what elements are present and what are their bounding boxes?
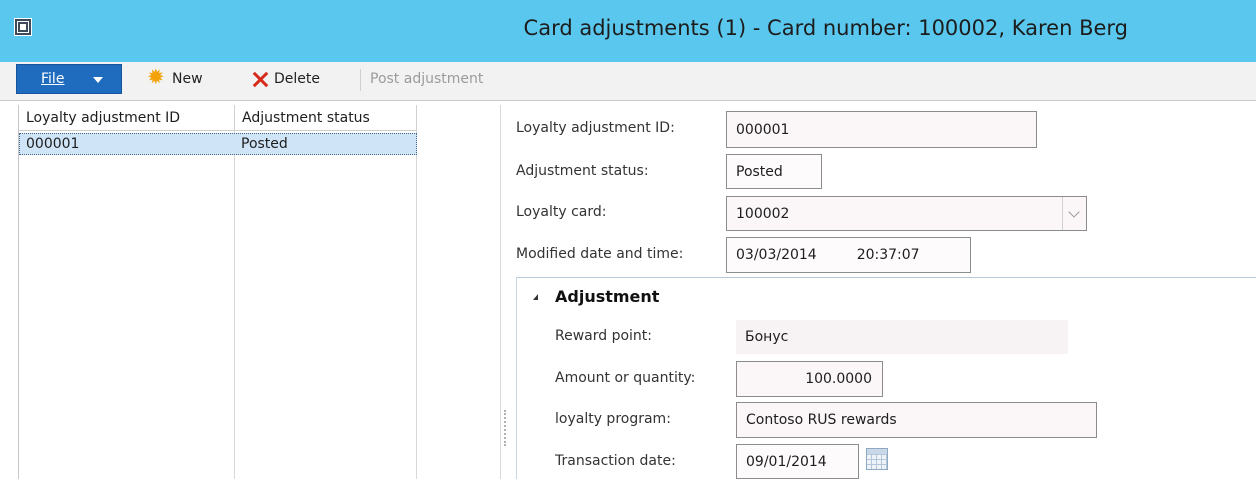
pane-splitter[interactable]	[500, 105, 501, 479]
post-adjustment-button[interactable]: Post adjustment	[370, 65, 483, 93]
collapse-triangle-icon[interactable]	[533, 294, 538, 300]
post-adjustment-label: Post adjustment	[370, 71, 484, 87]
modified-datetime-field: 03/03/2014 20:37:07	[726, 237, 971, 273]
loyalty-adjustment-id-label: Loyalty adjustment ID:	[516, 120, 675, 136]
modified-datetime-label: Modified date and time:	[516, 246, 684, 262]
table-row[interactable]: 000001 Posted	[19, 133, 417, 155]
adjustment-section-title[interactable]: Adjustment	[555, 287, 659, 306]
loyalty-adjustment-id-field[interactable]: 000001	[726, 111, 1037, 148]
column-header-adjustment-id[interactable]: Loyalty adjustment ID	[19, 105, 235, 131]
cell-adjustment-status: Posted	[241, 136, 288, 152]
loyalty-program-field[interactable]: Contoso RUS rewards	[736, 402, 1097, 438]
loyalty-card-value: 100002	[736, 205, 790, 222]
toolbar: File New Delete Post adjustment	[0, 62, 1256, 101]
transaction-date-label: Transaction date:	[555, 453, 676, 469]
adjustments-grid: Loyalty adjustment ID Adjustment status …	[18, 105, 499, 479]
delete-icon	[250, 69, 270, 89]
chevron-down-icon	[93, 77, 103, 83]
loyalty-program-label: loyalty program:	[555, 411, 671, 427]
column-header-adjustment-status[interactable]: Adjustment status	[235, 105, 417, 131]
modified-date: 03/03/2014	[736, 247, 817, 263]
reward-point-field[interactable]: Бонус	[736, 320, 1068, 354]
adjustment-status-label: Adjustment status:	[516, 163, 649, 179]
splitter-grip[interactable]	[504, 410, 509, 446]
window-title: Card adjustments (1) - Card number: 1000…	[523, 16, 1128, 40]
delete-button[interactable]: Delete	[250, 65, 320, 93]
cell-adjustment-id: 000001	[26, 136, 80, 152]
dropdown-arrow-icon[interactable]	[1062, 197, 1086, 230]
title-bar: Card adjustments (1) - Card number: 1000…	[0, 0, 1256, 62]
file-menu-label: File	[41, 71, 65, 87]
loyalty-card-label: Loyalty card:	[516, 204, 607, 220]
amount-label: Amount or quantity:	[555, 370, 696, 386]
delete-button-label: Delete	[274, 71, 320, 87]
adjustment-status-field[interactable]: Posted	[726, 154, 822, 189]
grid-column-divider	[234, 105, 235, 479]
file-menu-button[interactable]: File	[16, 64, 122, 94]
new-button[interactable]: New	[147, 65, 203, 93]
loyalty-card-select[interactable]: 100002	[726, 196, 1087, 231]
amount-field[interactable]: 100.0000	[736, 361, 883, 397]
app-icon[interactable]	[14, 18, 32, 36]
new-button-label: New	[172, 71, 203, 87]
transaction-date-field[interactable]: 09/01/2014	[736, 444, 859, 479]
reward-point-label: Reward point:	[555, 328, 653, 344]
modified-time: 20:37:07	[856, 247, 920, 263]
toolbar-separator	[360, 69, 361, 91]
grid-column-divider	[416, 105, 417, 479]
new-star-icon	[147, 65, 168, 89]
section-left-border	[516, 277, 517, 479]
section-divider	[516, 277, 1256, 278]
calendar-icon[interactable]	[866, 448, 888, 470]
